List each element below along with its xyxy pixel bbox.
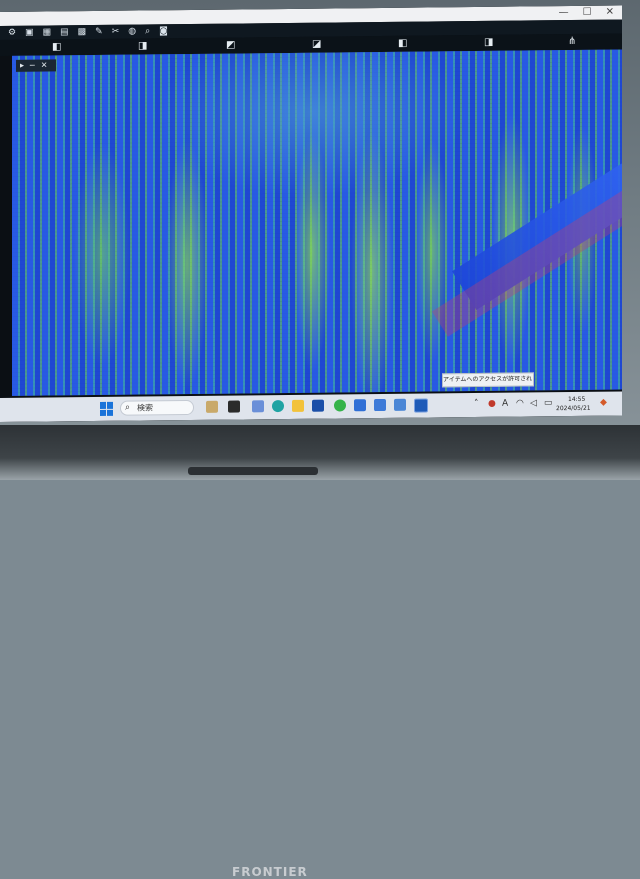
laptop-bottom-bezel: FRONTIER <box>0 425 640 879</box>
minimize-panel-button[interactable]: − <box>29 60 36 72</box>
camera-icon[interactable]: ◙ <box>159 24 168 38</box>
active-app-icon[interactable] <box>414 398 428 413</box>
windows-logo-icon <box>100 401 106 409</box>
search-icon: ⌕ <box>125 402 131 413</box>
view-back-icon[interactable]: ◪ <box>312 39 321 50</box>
app-icon[interactable] <box>354 399 366 412</box>
file-explorer-icon[interactable] <box>292 399 304 412</box>
minimize-button[interactable]: — <box>559 7 569 18</box>
start-button[interactable] <box>100 401 114 416</box>
window-controls: — ☐ ✕ <box>559 7 614 19</box>
brand-logo: FRONTIER <box>232 865 308 879</box>
view-left-icon[interactable]: ◧ <box>398 38 407 49</box>
view-top-icon[interactable]: ◨ <box>138 40 147 51</box>
battery-icon[interactable]: ▭ <box>544 398 553 408</box>
chevron-up-icon[interactable]: ˄ <box>474 399 479 409</box>
clock-time[interactable]: 14:55 <box>568 396 585 403</box>
layers-icon[interactable]: ▤ <box>60 25 69 39</box>
clock-date[interactable]: 2024/05/21 <box>556 405 591 412</box>
view-front-icon[interactable]: ◧ <box>52 41 61 52</box>
search-label: 検索 <box>137 403 153 413</box>
checker-icon[interactable]: ▩ <box>78 25 87 39</box>
screen: — ☐ ✕ ⚙ ▣ ▦ ▤ ▩ ✎ ✂ ◍ ⌕ ◙ ◧ ◨ ◩ ◪ ◧ ◨ ⋔ … <box>0 5 622 422</box>
chrome-icon[interactable] <box>334 399 346 412</box>
wifi-icon[interactable]: ◠ <box>516 399 524 409</box>
security-icon[interactable]: ● <box>488 399 496 409</box>
task-view-icon[interactable] <box>228 400 240 413</box>
ime-indicator[interactable]: A <box>502 399 508 409</box>
taskbar-search[interactable]: ⌕ 検索 <box>120 399 194 416</box>
app-icon-2[interactable] <box>394 398 406 411</box>
windows-logo-icon <box>100 409 106 416</box>
play-button[interactable]: ▸ <box>20 60 24 72</box>
image-icon[interactable]: ▣ <box>25 26 34 40</box>
view-right-icon[interactable]: ◨ <box>484 37 493 48</box>
pen-icon[interactable]: ✎ <box>95 25 103 39</box>
grid-icon[interactable]: ▦ <box>43 25 52 39</box>
notification-icon[interactable]: ◆ <box>600 398 607 408</box>
point-cloud-viewport[interactable] <box>12 49 622 396</box>
share-icon[interactable]: ⋔ <box>568 36 576 47</box>
close-panel-button[interactable]: ✕ <box>41 60 48 72</box>
search-icon[interactable]: ⌕ <box>145 24 150 38</box>
teams-icon[interactable] <box>252 400 264 413</box>
volume-icon[interactable]: ◁ <box>530 398 537 408</box>
view-side-icon[interactable]: ◩ <box>226 40 235 51</box>
globe-icon[interactable]: ◍ <box>128 25 136 39</box>
mail-icon[interactable] <box>374 398 386 412</box>
widgets-icon[interactable] <box>206 400 218 413</box>
close-button[interactable]: ✕ <box>606 7 614 18</box>
store-icon[interactable] <box>312 399 324 412</box>
windows-logo-icon <box>107 401 113 409</box>
maximize-button[interactable]: ☐ <box>583 7 592 18</box>
laptop-hinge <box>188 467 318 475</box>
floating-controls: ▸ − ✕ <box>16 59 56 72</box>
scissors-icon[interactable]: ✂ <box>112 25 120 39</box>
gear-icon[interactable]: ⚙ <box>8 26 16 40</box>
edge-icon[interactable] <box>272 400 284 413</box>
notification-toast[interactable]: アイテムへのアクセスが許可されません <box>442 372 534 388</box>
windows-logo-icon <box>107 409 113 416</box>
